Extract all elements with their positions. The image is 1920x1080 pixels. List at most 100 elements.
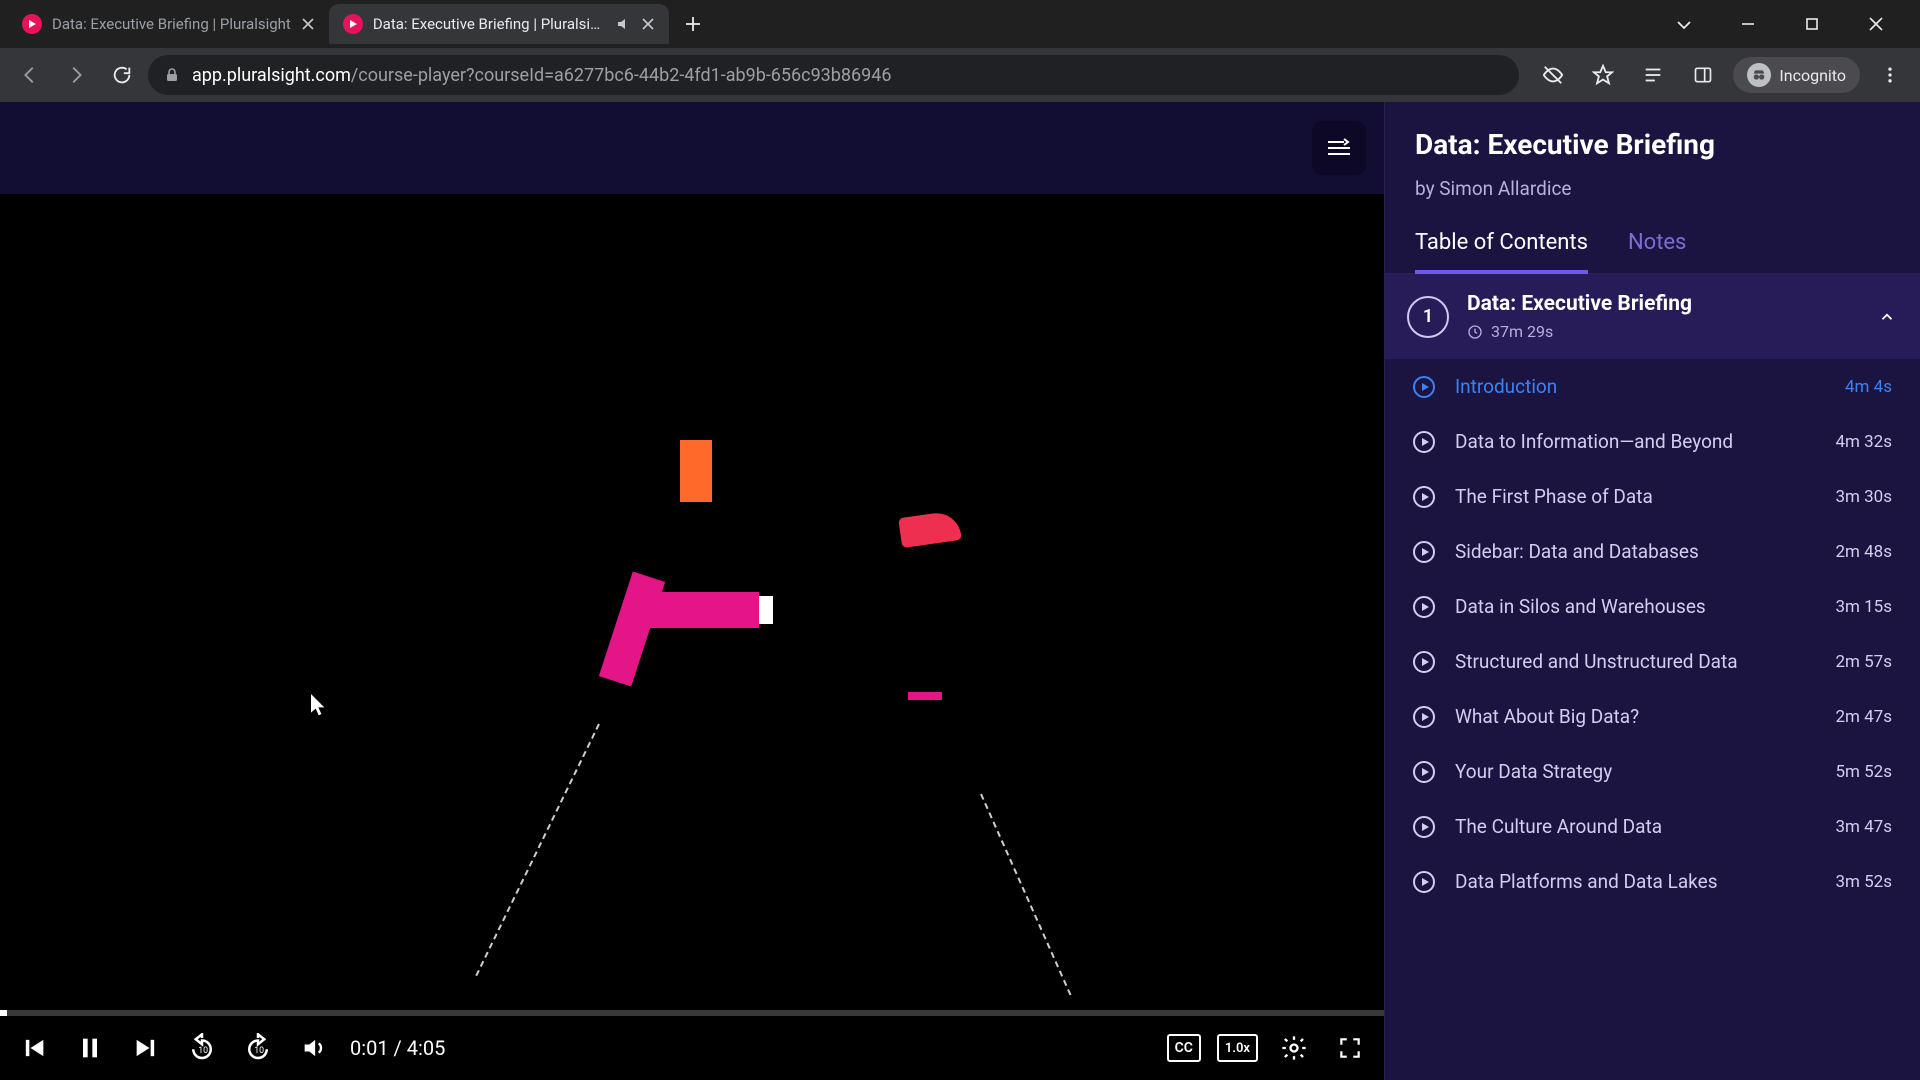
clip-title: What About Big Data? [1455,705,1815,728]
clip-duration: 4m 4s [1845,377,1892,397]
play-icon [1413,541,1435,563]
play-icon [1413,431,1435,453]
clip-item[interactable]: Introduction4m 4s [1385,359,1920,414]
play-icon [1413,596,1435,618]
play-icon [1413,486,1435,508]
page: 10 10 0:01 / 4:05 CC 1.0x Data: Executiv… [0,102,1920,1080]
course-sidebar: Data: Executive Briefing by Simon Allard… [1384,102,1920,1080]
browser-toolbar: app.pluralsight.com/course-player?course… [0,48,1920,102]
incognito-label: Incognito [1779,66,1846,85]
tab-title: Data: Executive Briefing | Pluralsight [52,15,291,33]
chevron-up-icon [1878,308,1896,326]
toggle-sidebar-button[interactable] [1312,121,1366,175]
playback-speed-button[interactable]: 1.0x [1217,1034,1258,1062]
maximize-button[interactable] [1794,6,1830,42]
clip-title: Structured and Unstructured Data [1455,650,1815,673]
play-icon [1413,761,1435,783]
close-icon[interactable] [641,17,655,31]
url-text: app.pluralsight.com/course-player?course… [192,65,892,86]
clip-title: Data in Silos and Warehouses [1455,595,1815,618]
tab-table-of-contents[interactable]: Table of Contents [1415,230,1588,273]
module-header[interactable]: 1 Data: Executive Briefing 37m 29s [1385,274,1920,359]
tab-strip: Data: Executive Briefing | Pluralsight D… [0,0,1920,48]
clip-item[interactable]: Sidebar: Data and Databases 2m 48s [1385,524,1920,579]
reload-button[interactable] [102,55,142,95]
main-content: 10 10 0:01 / 4:05 CC 1.0x [0,102,1384,1080]
clip-duration: 4m 32s [1835,432,1892,452]
bookmark-icon[interactable] [1583,55,1623,95]
captions-button[interactable]: CC [1167,1034,1201,1062]
time-display: 0:01 / 4:05 [350,1036,445,1060]
tab-notes[interactable]: Notes [1628,230,1686,273]
clip-item[interactable]: Data to Information—and Beyond 4m 32s [1385,414,1920,469]
tracking-off-icon[interactable] [1533,55,1573,95]
clip-duration: 5m 52s [1835,762,1892,782]
course-title: Data: Executive Briefing [1415,128,1890,161]
forward-button[interactable] [56,55,96,95]
reading-list-icon[interactable] [1633,55,1673,95]
play-icon [1413,706,1435,728]
play-icon [1413,871,1435,893]
tab-search-icon[interactable] [1666,6,1702,42]
settings-button[interactable] [1274,1028,1314,1068]
clip-duration: 2m 48s [1835,542,1892,562]
play-icon [1413,816,1435,838]
decorative-line [475,724,600,977]
browser-tab[interactable]: Data: Executive Briefing | Pluralsight [8,4,329,44]
volume-button[interactable] [294,1028,334,1068]
clip-item[interactable]: The Culture Around Data 3m 47s [1385,799,1920,854]
browser-tab[interactable]: Data: Executive Briefing | Pluralsight [329,4,669,44]
address-bar[interactable]: app.pluralsight.com/course-player?course… [148,55,1519,95]
minimize-button[interactable] [1730,6,1766,42]
previous-button[interactable] [14,1028,54,1068]
decorative-shape [680,440,712,502]
clip-title: The Culture Around Data [1455,815,1815,838]
clip-item[interactable]: The First Phase of Data 3m 30s [1385,469,1920,524]
clip-title: Your Data Strategy [1455,760,1815,783]
next-button[interactable] [126,1028,166,1068]
pause-button[interactable] [70,1028,110,1068]
pluralsight-favicon [343,14,363,34]
new-tab-button[interactable] [675,6,711,42]
progress-fill [0,1010,7,1016]
module-number-badge: 1 [1407,296,1449,338]
clip-item[interactable]: Data in Silos and Warehouses3m 15s [1385,579,1920,634]
pluralsight-favicon [22,14,42,34]
rewind-10-button[interactable]: 10 [182,1028,222,1068]
clip-title: The First Phase of Data [1455,485,1815,508]
clip-duration: 3m 47s [1835,817,1892,837]
clip-duration: 3m 52s [1835,872,1892,892]
clip-item[interactable]: Your Data Strategy 5m 52s [1385,744,1920,799]
sidebar-header: Data: Executive Briefing by Simon Allard… [1385,102,1920,206]
forward-10-button[interactable]: 10 [238,1028,278,1068]
clip-item[interactable]: Structured and Unstructured Data2m 57s [1385,634,1920,689]
window-controls [1666,6,1912,42]
kebab-menu-icon[interactable] [1870,55,1910,95]
incognito-icon [1747,63,1771,87]
play-icon [1413,376,1435,398]
toolbar-right: Incognito [1525,55,1910,95]
browser-chrome: Data: Executive Briefing | Pluralsight D… [0,0,1920,102]
svg-text:10: 10 [254,1046,264,1056]
window-close-button[interactable] [1858,6,1894,42]
video-player[interactable]: 10 10 0:01 / 4:05 CC 1.0x [0,194,1384,1080]
fullscreen-button[interactable] [1330,1028,1370,1068]
back-button[interactable] [10,55,50,95]
clip-duration: 3m 30s [1835,487,1892,507]
mouse-cursor-icon [310,694,328,718]
progress-bar[interactable] [0,1010,1384,1016]
close-icon[interactable] [301,17,315,31]
clip-item[interactable]: Data Platforms and Data Lakes 3m 52s [1385,854,1920,909]
side-panel-icon[interactable] [1683,55,1723,95]
clip-title: Sidebar: Data and Databases [1455,540,1815,563]
decorative-shape [898,510,962,548]
video-controls: 10 10 0:01 / 4:05 CC 1.0x [0,1016,1384,1080]
clip-title: Data Platforms and Data Lakes [1455,870,1815,893]
incognito-chip[interactable]: Incognito [1733,57,1860,93]
clip-item[interactable]: What About Big Data?2m 47s [1385,689,1920,744]
decorative-line [980,794,1071,996]
audio-playing-icon[interactable] [615,16,631,32]
player-top-bar [0,102,1384,194]
video-content [0,194,1384,1080]
clip-title: Data to Information—and Beyond [1455,430,1815,453]
